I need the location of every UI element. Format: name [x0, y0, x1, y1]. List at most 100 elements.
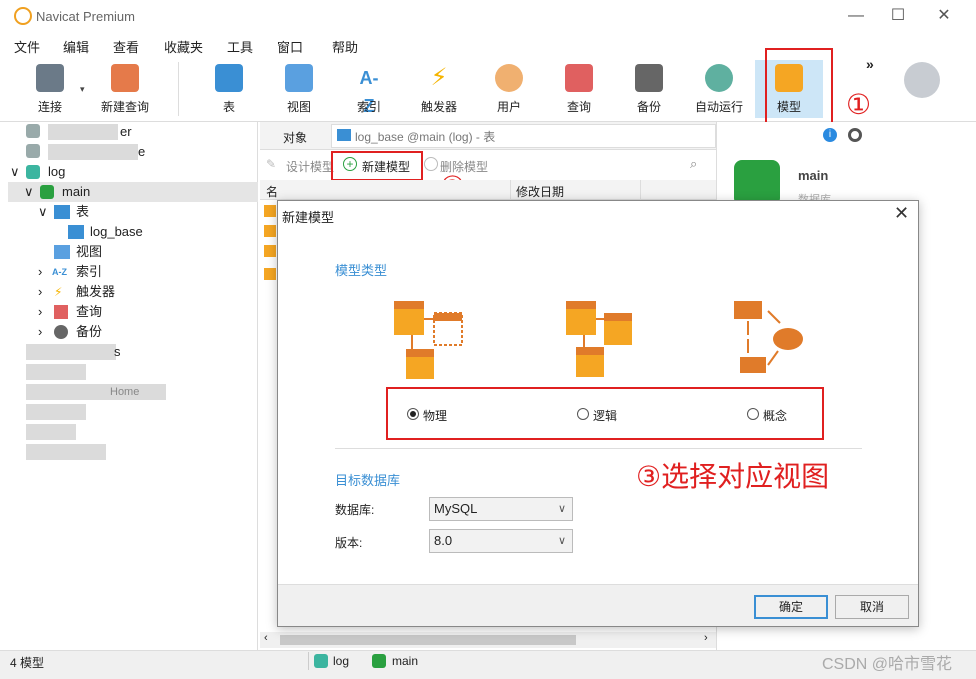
model-type-heading: 模型类型: [335, 263, 388, 278]
blurred-connection-name: [26, 384, 166, 400]
tree-tables[interactable]: 表: [76, 202, 89, 222]
connect-button[interactable]: 连接: [20, 60, 80, 118]
connect-label: 连接: [37, 100, 62, 114]
view-icon: [285, 64, 313, 92]
tree-log[interactable]: log: [48, 162, 65, 182]
tree-indexes[interactable]: 索引: [76, 262, 102, 282]
menu-edit[interactable]: 编辑: [63, 37, 89, 56]
toolbar-automation[interactable]: 自动运行: [689, 60, 749, 118]
annotation-3: ③选择对应视图: [636, 461, 830, 492]
chevron-right-icon[interactable]: ›: [38, 262, 42, 282]
chevron-down-icon[interactable]: ∨: [10, 162, 20, 182]
blurred-connection-name: [26, 344, 116, 360]
dialog-title: 新建模型: [282, 210, 335, 225]
radio-conceptual-label[interactable]: 概念: [763, 407, 787, 424]
column-modified[interactable]: 修改日期: [516, 183, 564, 200]
new-query-icon: [111, 64, 139, 92]
robot-icon: [705, 64, 733, 92]
table-icon: [68, 225, 84, 239]
database-icon: [372, 654, 386, 668]
status-divider: [308, 652, 309, 670]
backup-icon: [635, 64, 663, 92]
toolbar-more-button[interactable]: »: [866, 56, 874, 72]
toolbar-user-label: 用户: [496, 100, 521, 114]
radio-physical-label[interactable]: 物理: [423, 407, 447, 424]
db-label: 数据库:: [335, 503, 375, 517]
version-select[interactable]: 8.0 ∨: [429, 529, 573, 553]
cancel-button[interactable]: 取消: [835, 595, 909, 619]
toolbar-trigger[interactable]: ⚡ 触发器: [409, 60, 469, 118]
minimize-button[interactable]: —: [846, 6, 866, 26]
annotation-box-1: [765, 48, 833, 128]
eye-icon[interactable]: [848, 128, 862, 142]
toolbar-backup[interactable]: 备份: [619, 60, 679, 118]
new-query-button[interactable]: 新建查询: [95, 60, 155, 118]
ok-button[interactable]: 确定: [754, 595, 828, 619]
menu-help[interactable]: 帮助: [332, 37, 358, 56]
remove-icon: [424, 157, 438, 171]
lightning-icon: ⚡: [54, 285, 63, 299]
column-name[interactable]: 名: [266, 183, 278, 200]
radio-logical-label[interactable]: 逻辑: [593, 407, 617, 424]
title-bar: Navicat Premium — ☐ ✕: [0, 0, 976, 32]
scrollbar-thumb[interactable]: [280, 635, 576, 645]
toolbar-divider: [178, 62, 179, 116]
column-divider: [510, 180, 511, 200]
toolbar-query-label: 查询: [566, 100, 591, 114]
chevron-down-icon[interactable]: ∨: [24, 182, 34, 202]
toolbar-view-label: 视图: [286, 100, 311, 114]
menu-view[interactable]: 查看: [113, 37, 139, 56]
divider: [335, 448, 862, 449]
status-database: main: [392, 654, 419, 668]
scroll-left-icon[interactable]: ‹: [264, 632, 268, 644]
toolbar-view[interactable]: 视图: [269, 60, 329, 118]
chevron-down-icon: ∨: [557, 503, 566, 515]
menu-tools[interactable]: 工具: [227, 37, 253, 56]
version-select-value: 8.0: [434, 533, 453, 548]
menu-file[interactable]: 文件: [14, 37, 40, 56]
connect-dropdown-icon[interactable]: ▾: [80, 84, 85, 95]
tree-queries[interactable]: 查询: [76, 302, 102, 322]
scroll-right-icon[interactable]: ›: [704, 632, 708, 644]
blurred-connection-name: [26, 424, 76, 440]
menu-favorites[interactable]: 收藏夹: [164, 37, 203, 56]
chevron-right-icon[interactable]: ›: [38, 302, 42, 322]
blurred-connection-name: [48, 144, 138, 160]
tree-backups[interactable]: 备份: [76, 322, 102, 342]
model-icon: [264, 245, 276, 257]
toolbar-query[interactable]: 查询: [549, 60, 609, 118]
toolbar-index[interactable]: A-Z 索引: [339, 60, 399, 118]
tree-views[interactable]: 视图: [76, 242, 102, 262]
menu-window[interactable]: 窗口: [277, 37, 303, 56]
navicat-logo-icon: [14, 7, 32, 25]
radio-physical[interactable]: [407, 408, 419, 420]
info-icon[interactable]: i: [823, 128, 837, 142]
dialog-close-button[interactable]: ✕: [894, 203, 909, 224]
radio-logical[interactable]: [577, 408, 589, 420]
connection-icon: [314, 654, 328, 668]
blurred-connection-name: [26, 364, 86, 380]
model-icon: [264, 268, 276, 280]
db-select[interactable]: MySQL ∨: [429, 497, 573, 521]
avatar[interactable]: [904, 62, 940, 98]
maximize-button[interactable]: ☐: [888, 6, 908, 26]
close-button[interactable]: ✕: [934, 6, 954, 26]
design-model-button[interactable]: 设计模型: [286, 158, 334, 175]
tree-table-log-base[interactable]: log_base: [90, 222, 143, 242]
chevron-right-icon[interactable]: ›: [38, 282, 42, 302]
toolbar-backup-label: 备份: [636, 100, 661, 114]
table-icon: [337, 129, 351, 141]
annotation-box-2: [331, 151, 423, 181]
tab-objects[interactable]: 对象: [283, 129, 307, 146]
tree-main[interactable]: main: [62, 182, 90, 202]
watermark: CSDN @哈市雪花: [822, 656, 953, 673]
search-icon[interactable]: ⌕: [690, 156, 697, 172]
toolbar-table[interactable]: 表: [199, 60, 259, 118]
chevron-down-icon[interactable]: ∨: [38, 202, 48, 222]
radio-conceptual[interactable]: [747, 408, 759, 420]
view-icon: [54, 245, 70, 259]
partial-connection-text: e: [138, 144, 146, 159]
toolbar-user[interactable]: 用户: [479, 60, 539, 118]
tree-triggers[interactable]: 触发器: [76, 282, 115, 302]
chevron-right-icon[interactable]: ›: [38, 322, 42, 342]
